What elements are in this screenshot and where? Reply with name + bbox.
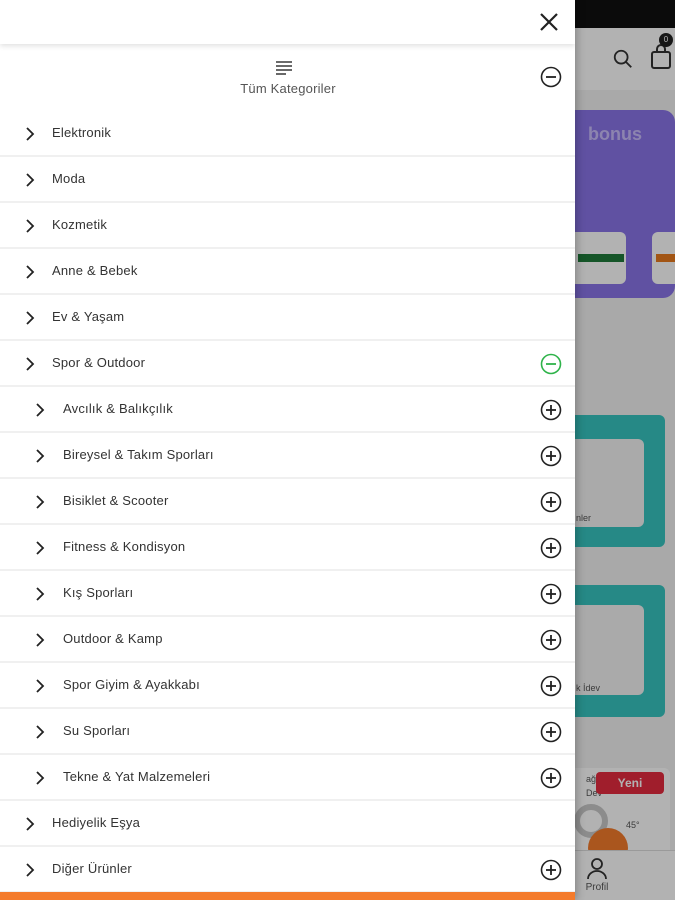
category-drawer: Tüm Kategoriler Elektronik Moda Kozmetik An… xyxy=(0,0,575,900)
chevron-right-icon xyxy=(36,541,45,555)
subcategory-item[interactable]: Bisiklet & Scooter xyxy=(0,479,575,525)
category-label: Avcılık & Balıkçılık xyxy=(63,401,173,416)
collapse-icon[interactable] xyxy=(540,353,562,375)
expand-icon[interactable] xyxy=(540,721,562,743)
chevron-right-icon xyxy=(26,127,35,141)
menu-lines-icon xyxy=(276,61,292,75)
all-categories-header[interactable]: Tüm Kategoriler xyxy=(0,54,575,110)
category-label: Moda xyxy=(52,171,86,186)
expand-icon[interactable] xyxy=(540,675,562,697)
subcategory-item[interactable]: Spor Giyim & Ayakkabı xyxy=(0,663,575,709)
scrim-overlay[interactable] xyxy=(575,0,675,900)
chevron-right-icon xyxy=(36,403,45,417)
chevron-right-icon xyxy=(26,265,35,279)
category-item[interactable]: Kozmetik xyxy=(0,203,575,249)
category-item[interactable]: Diğer Ürünler xyxy=(0,847,575,893)
category-label: Bisiklet & Scooter xyxy=(63,493,169,508)
category-label: Elektronik xyxy=(52,125,112,140)
expand-icon[interactable] xyxy=(540,767,562,789)
chevron-right-icon xyxy=(26,863,35,877)
chevron-right-icon xyxy=(26,311,35,325)
subcategory-item[interactable]: Outdoor & Kamp xyxy=(0,617,575,663)
category-label: Outdoor & Kamp xyxy=(63,631,163,646)
chevron-right-icon xyxy=(26,817,35,831)
category-label: Bireysel & Takım Sporları xyxy=(63,447,214,462)
subcategory-item[interactable]: Tekne & Yat Malzemeleri xyxy=(0,755,575,801)
bottom-accent-strip xyxy=(0,892,575,900)
close-icon[interactable] xyxy=(536,9,562,35)
category-label: Su Sporları xyxy=(63,723,131,738)
expand-icon[interactable] xyxy=(540,445,562,467)
chevron-right-icon xyxy=(36,587,45,601)
category-list: Elektronik Moda Kozmetik Anne & Bebek Ev & Y… xyxy=(0,111,575,893)
category-label: Spor & Outdoor xyxy=(52,355,146,370)
chevron-right-icon xyxy=(26,219,35,233)
subcategory-item[interactable]: Kış Sporları xyxy=(0,571,575,617)
drawer-top-bar xyxy=(0,0,575,44)
chevron-right-icon xyxy=(36,633,45,647)
chevron-right-icon xyxy=(36,771,45,785)
expand-icon[interactable] xyxy=(540,583,562,605)
expand-icon[interactable] xyxy=(540,491,562,513)
subcategory-item[interactable]: Avcılık & Balıkçılık xyxy=(0,387,575,433)
category-label: Anne & Bebek xyxy=(52,263,138,278)
subcategory-item[interactable]: Fitness & Kondisyon xyxy=(0,525,575,571)
chevron-right-icon xyxy=(26,173,35,187)
chevron-right-icon xyxy=(36,495,45,509)
expand-icon[interactable] xyxy=(540,399,562,421)
category-label: Kış Sporları xyxy=(63,585,134,600)
expand-icon[interactable] xyxy=(540,629,562,651)
category-label: Fitness & Kondisyon xyxy=(63,539,186,554)
category-label: Ev & Yaşam xyxy=(52,309,125,324)
category-item[interactable]: Spor & Outdoor xyxy=(0,341,575,387)
expand-icon[interactable] xyxy=(540,859,562,881)
category-label: Tekne & Yat Malzemeleri xyxy=(63,769,211,784)
expand-icon[interactable] xyxy=(540,537,562,559)
category-item[interactable]: Moda xyxy=(0,157,575,203)
chevron-right-icon xyxy=(26,357,35,371)
all-categories-label: Tüm Kategoriler xyxy=(240,81,336,96)
category-item[interactable]: Anne & Bebek xyxy=(0,249,575,295)
chevron-right-icon xyxy=(36,679,45,693)
collapse-icon[interactable] xyxy=(540,66,562,88)
category-label: Hediyelik Eşya xyxy=(52,815,141,830)
category-item[interactable]: Ev & Yaşam xyxy=(0,295,575,341)
category-label: Spor Giyim & Ayakkabı xyxy=(63,677,200,692)
category-item[interactable]: Hediyelik Eşya xyxy=(0,801,575,847)
category-item[interactable]: Elektronik xyxy=(0,111,575,157)
category-label: Diğer Ürünler xyxy=(52,861,132,876)
subcategory-item[interactable]: Su Sporları xyxy=(0,709,575,755)
chevron-right-icon xyxy=(36,725,45,739)
category-label: Kozmetik xyxy=(52,217,108,232)
subcategory-item[interactable]: Bireysel & Takım Sporları xyxy=(0,433,575,479)
chevron-right-icon xyxy=(36,449,45,463)
